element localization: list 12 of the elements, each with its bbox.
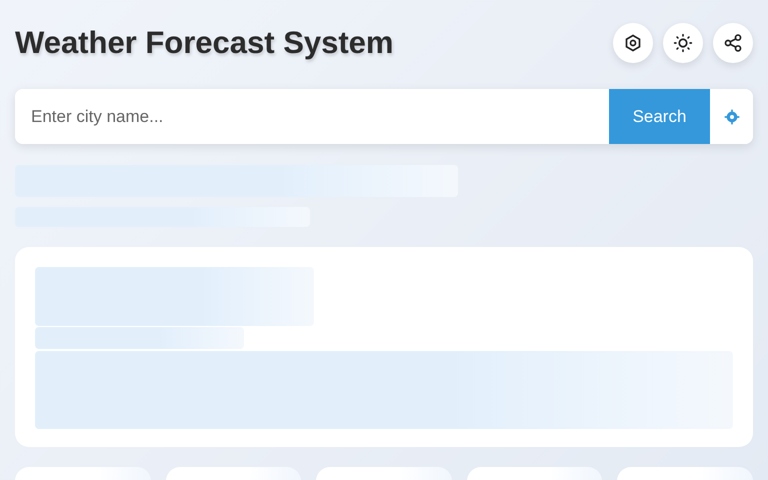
location-target-icon [724, 108, 740, 124]
sun-icon [673, 33, 693, 53]
settings-button[interactable] [613, 23, 653, 63]
share-button[interactable] [713, 23, 753, 63]
hexagon-nut-icon [623, 33, 643, 53]
city-input-field[interactable]: Enter city name... [15, 89, 609, 144]
app-title: Weather Forecast System [15, 25, 394, 61]
location-button[interactable] [710, 89, 753, 144]
theme-button[interactable] [663, 23, 703, 63]
search-bar[interactable]: Enter city name... Search [15, 89, 753, 144]
share-icon [723, 33, 743, 53]
search-button[interactable]: Search [609, 89, 710, 144]
